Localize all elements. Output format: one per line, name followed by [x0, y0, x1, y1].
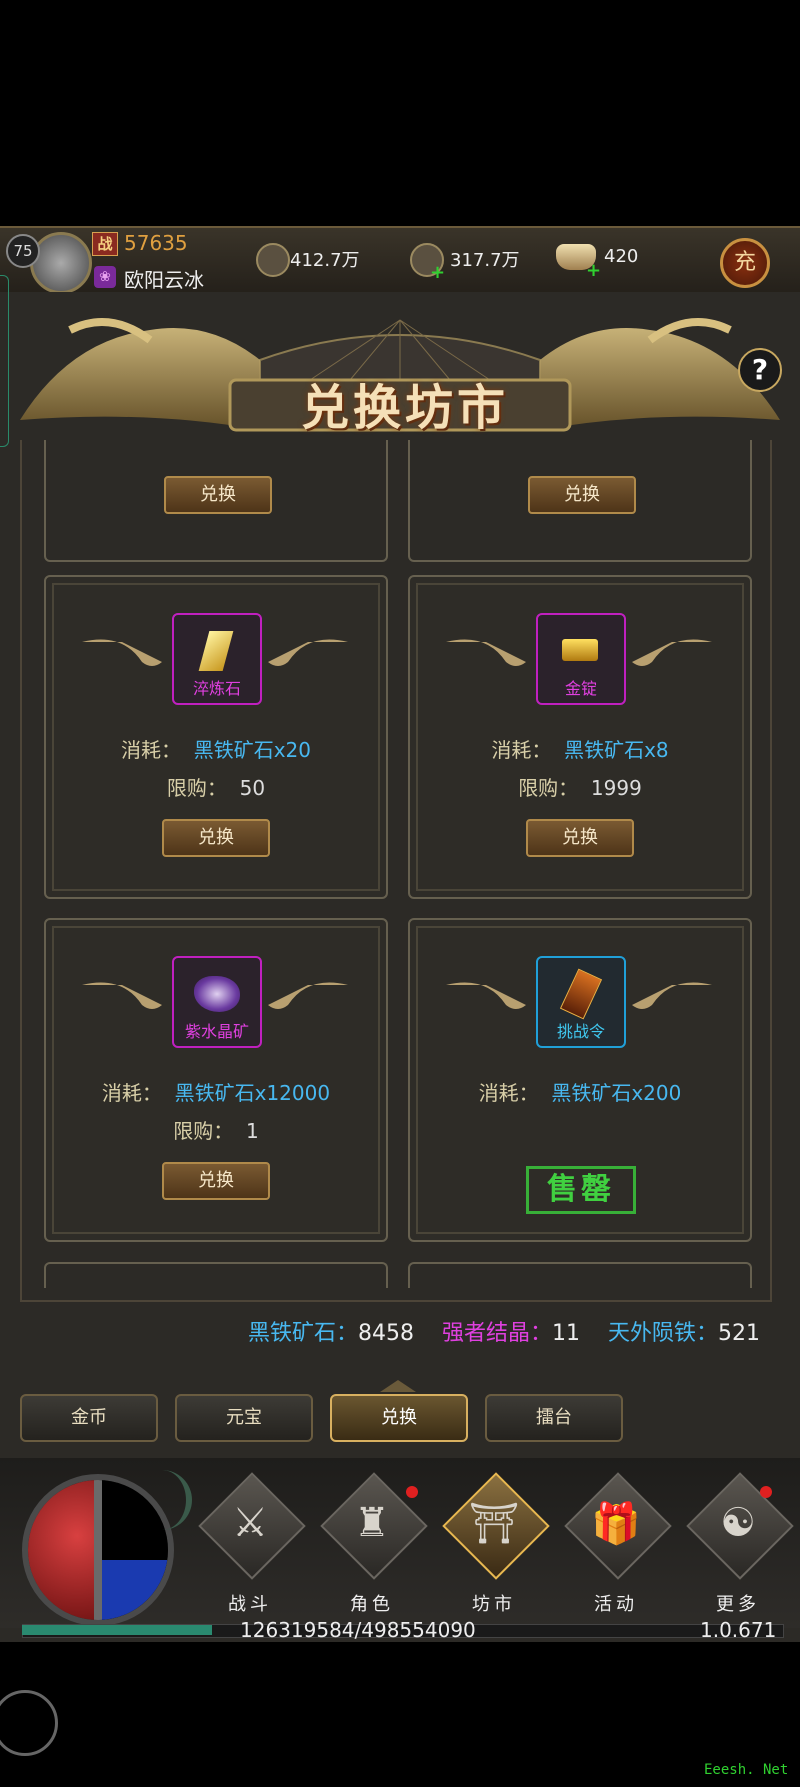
power-value: 57635: [124, 231, 188, 255]
mp-fill: [98, 1560, 168, 1620]
item-name: 挑战令: [556, 1022, 605, 1041]
item-name: 紫水晶矿: [184, 1022, 249, 1041]
material-label: 天外陨铁：: [607, 1321, 718, 1346]
item-slot[interactable]: 淬炼石: [172, 613, 262, 705]
player-level: 75: [6, 234, 40, 268]
limit-line: 限购： 1: [173, 1119, 259, 1143]
player-avatar[interactable]: [30, 232, 92, 294]
exchange-card: 淬炼石 消耗： 黑铁矿石x20 限购： 50 兑换: [44, 575, 388, 899]
tab-exchange[interactable]: 兑换: [330, 1394, 468, 1442]
partial-card-bottom-left: [44, 1262, 388, 1288]
exchange-button-partial-left[interactable]: 兑换: [164, 476, 272, 514]
tab-gold[interactable]: 金币: [20, 1394, 158, 1442]
watermark: Eeesh. Net: [704, 1762, 789, 1778]
floating-logo-icon[interactable]: [0, 1690, 58, 1756]
market-icon: ⛩: [468, 1501, 520, 1547]
exchange-card: 挑战令 消耗： 黑铁矿石x200 售罄: [408, 918, 752, 1242]
nav-label: 角色: [350, 1594, 394, 1615]
exchange-card: 金锭 消耗： 黑铁矿石x8 限购： 1999 兑换: [408, 575, 752, 899]
right-wing-ornament: [632, 982, 712, 1009]
currency-3-value: 420: [604, 246, 639, 267]
soldout-stamp: 售罄: [526, 1166, 636, 1214]
orb-divider: [94, 1480, 102, 1620]
material-counts: 黑铁矿石：8458 强者结晶：11 天外陨铁：521: [0, 1315, 760, 1347]
player-name: 欧阳云冰: [124, 268, 204, 292]
exchange-button-partial-right[interactable]: 兑换: [528, 476, 636, 514]
top-resource-bar: [0, 226, 800, 296]
nav-activity[interactable]: 🎁 活动: [564, 1472, 672, 1618]
right-wing-ornament: [268, 982, 348, 1009]
left-wing-ornament: [82, 982, 162, 1009]
power-badge-icon: 战: [92, 232, 118, 256]
left-edge-handle[interactable]: [0, 275, 9, 447]
currency-2-value: 317.7万: [450, 250, 520, 271]
hp-half: [28, 1480, 98, 1620]
gold-bar-icon: [562, 639, 598, 661]
item-slot[interactable]: 金锭: [536, 613, 626, 705]
exchange-button[interactable]: 兑换: [162, 819, 270, 857]
add-ingot-icon[interactable]: +: [586, 260, 601, 281]
left-wing-ornament: [82, 639, 162, 666]
exchange-button[interactable]: 兑换: [162, 1162, 270, 1200]
material-label: 黑铁矿石：: [247, 1321, 358, 1346]
right-wing-ornament: [268, 639, 348, 666]
nav-character[interactable]: ♜ 角色: [320, 1472, 428, 1618]
experience-fill: [22, 1625, 212, 1635]
exchange-button[interactable]: 兑换: [526, 819, 634, 857]
crossed-swords-icon: ⚔: [232, 1500, 268, 1546]
recharge-button[interactable]: 充: [720, 238, 770, 288]
gift-icon: 🎁: [591, 1501, 641, 1547]
partial-card-bottom-right: [408, 1262, 752, 1288]
cost-line: 消耗： 黑铁矿石x12000: [101, 1081, 331, 1105]
notification-dot: [760, 1486, 772, 1498]
limit-line: 限购： 1999: [518, 776, 642, 800]
left-wing-ornament: [446, 639, 526, 666]
currency-1-value: 412.7万: [290, 250, 360, 271]
material-value: 8458: [358, 1321, 414, 1346]
coin-bag-icon: [256, 243, 290, 277]
nav-more[interactable]: ☯ 更多: [686, 1472, 794, 1618]
item-name: 金锭: [564, 679, 597, 698]
nav-label: 坊市: [472, 1594, 516, 1615]
cost-line: 消耗： 黑铁矿石x200: [478, 1081, 682, 1105]
version-label: 1.0.671: [700, 1618, 777, 1642]
lotus-icon: ❀: [94, 266, 116, 288]
right-wing-ornament: [632, 639, 712, 666]
nav-battle[interactable]: ⚔ 战斗: [198, 1472, 306, 1618]
notification-dot: [406, 1486, 418, 1498]
cost-line: 消耗： 黑铁矿石x20: [120, 738, 311, 762]
left-wing-ornament: [446, 982, 526, 1009]
material-value: 11: [552, 1321, 580, 1346]
active-tab-marker: [380, 1380, 416, 1392]
nav-label: 活动: [594, 1594, 638, 1615]
tab-ingot[interactable]: 元宝: [175, 1394, 313, 1442]
exchange-card: 紫水晶矿 消耗： 黑铁矿石x12000 限购： 1 兑换: [44, 918, 388, 1242]
limit-line: 限购： 50: [166, 776, 266, 800]
item-slot[interactable]: 紫水晶矿: [172, 956, 262, 1048]
material-value: 521: [718, 1321, 760, 1346]
page-title: 兑换坊市: [300, 380, 509, 436]
nav-label: 战斗: [228, 1594, 272, 1615]
nav-market[interactable]: ⛩ 坊市: [442, 1472, 550, 1618]
whetstone-icon: [198, 631, 234, 671]
cost-line: 消耗： 黑铁矿石x8: [491, 738, 669, 762]
item-name: 淬炼石: [192, 679, 241, 698]
helmet-icon: ♜: [354, 1500, 390, 1546]
challenge-token-icon: [559, 968, 603, 1020]
item-slot[interactable]: 挑战令: [536, 956, 626, 1048]
more-icon: ☯: [720, 1500, 756, 1546]
add-copper-icon[interactable]: +: [430, 262, 445, 283]
help-button[interactable]: ?: [738, 348, 782, 392]
nav-label: 更多: [716, 1594, 760, 1615]
experience-text: 126319584/498554090: [240, 1618, 476, 1642]
material-label: 强者结晶：: [441, 1321, 552, 1346]
tab-arena[interactable]: 擂台: [485, 1394, 623, 1442]
amethyst-ore-icon: [194, 976, 240, 1012]
